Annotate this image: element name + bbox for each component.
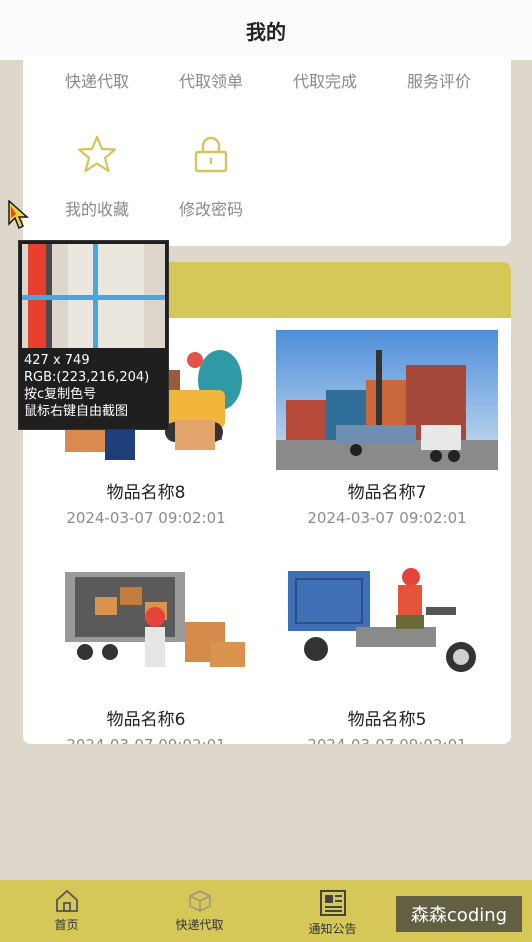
- color-picker-info: 427 x 749 RGB:(223,216,204) 按c复制色号 鼠标右键自…: [24, 352, 149, 420]
- menu-item-express-pickup[interactable]: 快递代取: [40, 68, 154, 92]
- favorites-button[interactable]: 我的收藏: [40, 134, 154, 220]
- product-name: 物品名称5: [347, 710, 427, 730]
- product-name: 物品名称7: [347, 483, 427, 503]
- product-time: 2024-03-07 09:02:01: [66, 509, 226, 527]
- change-password-button[interactable]: 修改密码: [154, 134, 268, 220]
- top-bar: 我的: [0, 0, 532, 60]
- color-picker-magnifier: [22, 244, 165, 348]
- notice-icon: [319, 890, 346, 916]
- menu-item-pickup-orders[interactable]: 代取领单: [154, 68, 268, 92]
- profile-menu-card: 快递代取 代取领单 代取完成 服务评价 我的收藏 修改密码: [23, 56, 511, 246]
- page-title: 我的: [246, 19, 286, 44]
- product-name: 物品名称6: [106, 710, 186, 730]
- tab-home-label: 首页: [54, 918, 79, 932]
- picker-rgb: RGB:(223,216,204): [24, 370, 150, 385]
- product-image-tricycle: [276, 557, 498, 697]
- change-password-label: 修改密码: [178, 200, 243, 219]
- list-item[interactable]: 物品名称6 2024-03-07 09:02:01: [35, 557, 257, 744]
- picker-hint-capture: 鼠标右键自由截图: [24, 404, 129, 419]
- mouse-cursor-icon: [8, 200, 29, 230]
- list-item[interactable]: 物品名称5 2024-03-07 09:02:01: [276, 557, 498, 744]
- menu-item-service-review[interactable]: 服务评价: [382, 68, 496, 92]
- menu-item-pickup-done[interactable]: 代取完成: [268, 68, 382, 92]
- picker-size: 427 x 749: [24, 353, 90, 368]
- tab-notice-label: 通知公告: [308, 922, 357, 936]
- product-image-truck-loading: [35, 557, 257, 697]
- star-icon: [77, 135, 117, 173]
- tab-notice[interactable]: 通知公告: [266, 880, 399, 942]
- product-time: 2024-03-07 09:02:01: [307, 509, 467, 527]
- product-image-containers: [276, 330, 498, 470]
- tab-home[interactable]: 首页: [0, 880, 133, 942]
- favorites-label: 我的收藏: [64, 200, 129, 219]
- order-menu-row: 快递代取 代取领单 代取完成 服务评价: [23, 68, 511, 92]
- product-name: 物品名称8: [106, 483, 186, 503]
- action-row: 我的收藏 修改密码: [23, 134, 511, 220]
- list-item[interactable]: 物品名称7 2024-03-07 09:02:01: [276, 330, 498, 527]
- lock-icon: [194, 136, 228, 173]
- package-icon: [188, 890, 211, 912]
- home-icon: [55, 889, 78, 912]
- product-time: 2024-03-07 09:02:01: [276, 736, 498, 744]
- product-time: 2024-03-07 09:02:01: [35, 736, 257, 744]
- picker-hint-copy: 按c复制色号: [24, 387, 97, 402]
- tab-express-pickup-label: 快递代取: [175, 918, 224, 932]
- color-picker-overlay: 427 x 749 RGB:(223,216,204) 按c复制色号 鼠标右键自…: [18, 240, 169, 430]
- watermark: 森森coding: [396, 896, 522, 932]
- tab-express-pickup[interactable]: 快递代取: [133, 880, 266, 942]
